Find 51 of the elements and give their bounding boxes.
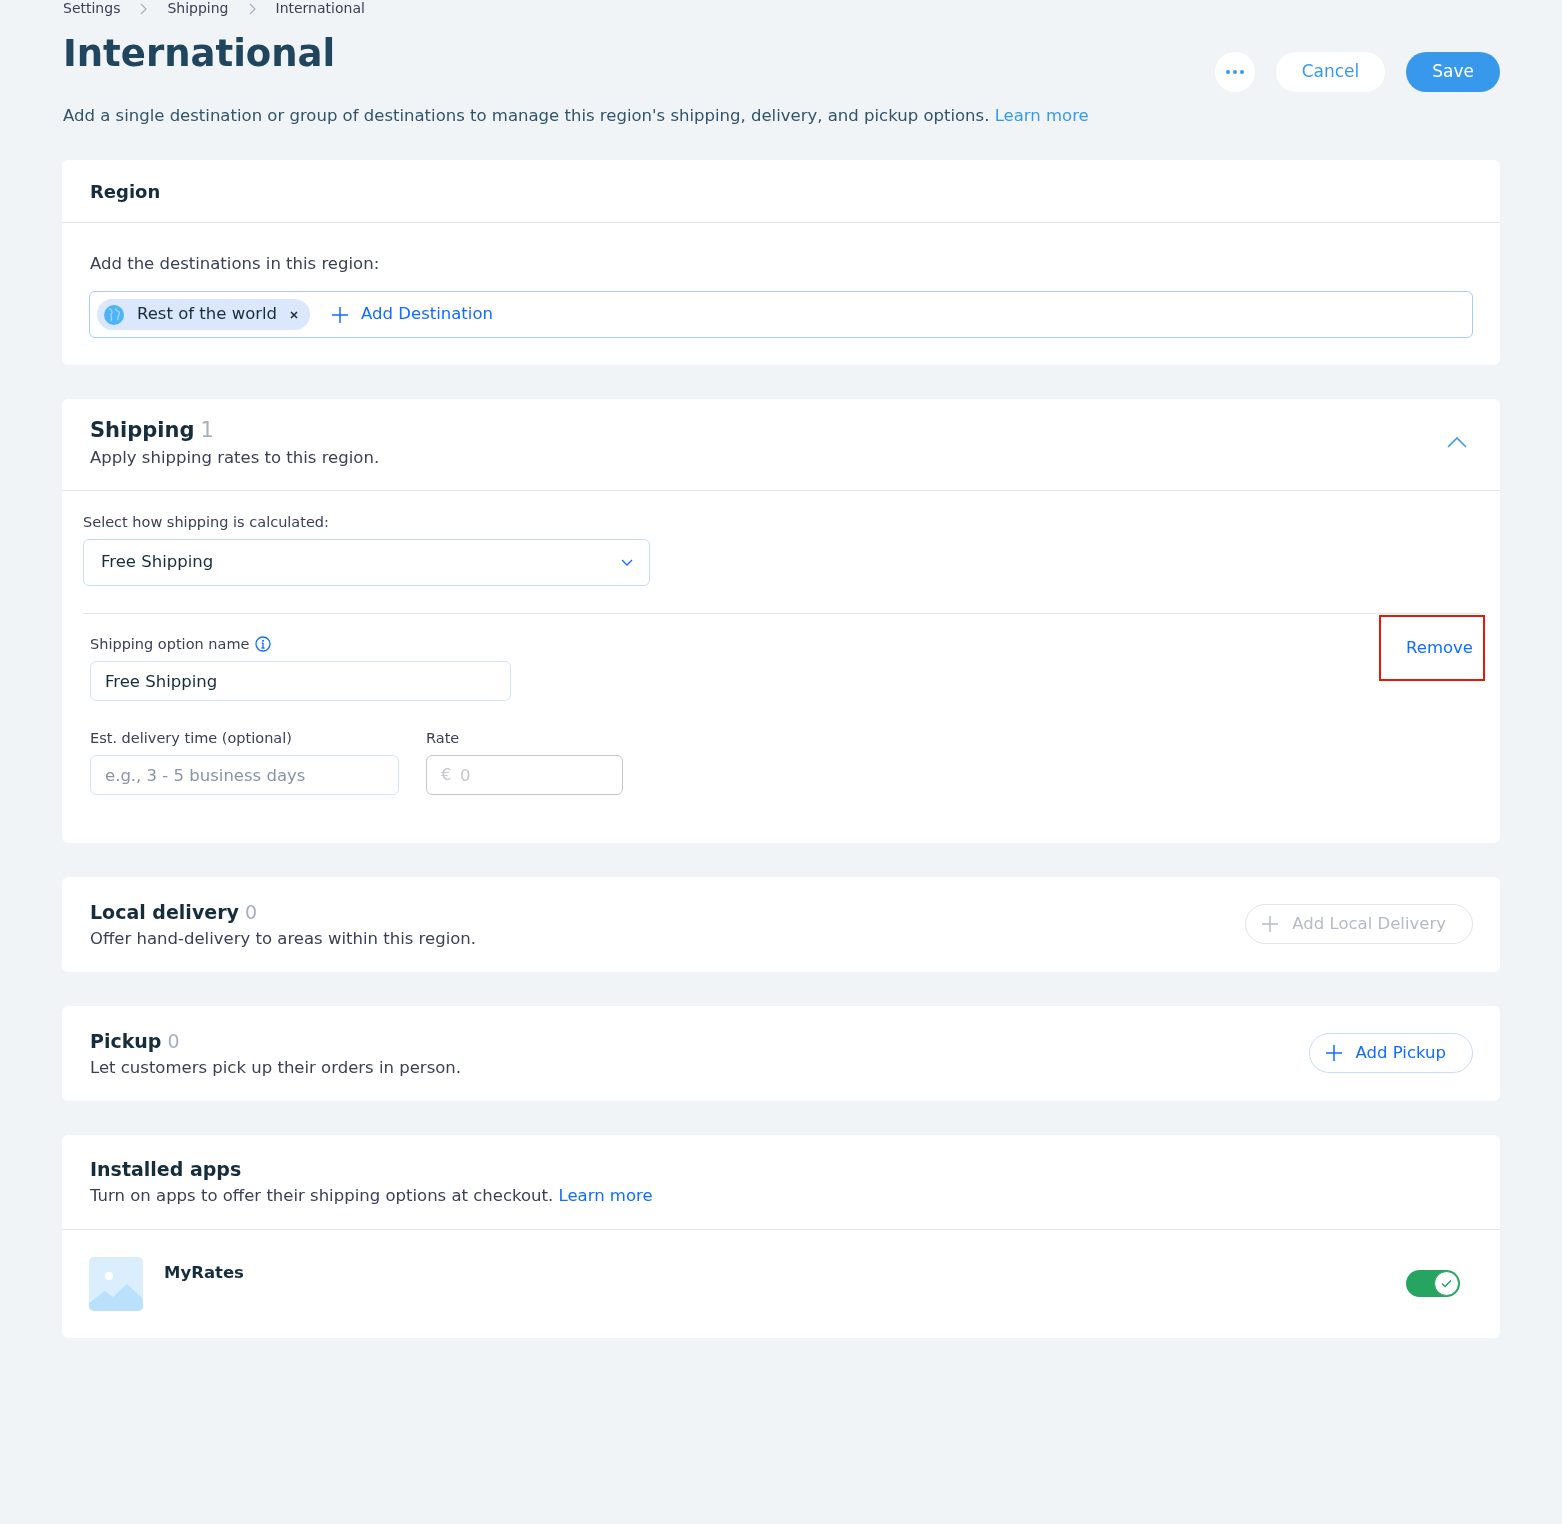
field-label: Add the destinations in this region: (89, 254, 380, 274)
toggle-knob-check-icon (1434, 1271, 1459, 1296)
chevron-up-icon[interactable] (1447, 436, 1467, 448)
card-title: Pickup (90, 1029, 162, 1054)
page-title: International (62, 31, 336, 77)
remove-button[interactable]: Remove (1379, 615, 1485, 681)
more-dots-icon (1225, 70, 1244, 74)
count-label: 0 (244, 900, 257, 925)
more-button[interactable] (1214, 52, 1255, 92)
card-title: Local delivery (90, 900, 239, 925)
breadcrumb-link[interactable]: International (275, 0, 365, 17)
card-title: Region (90, 179, 161, 204)
chip-label: Rest of the world (137, 303, 278, 326)
learn-more-link[interactable]: Learn more (994, 106, 1089, 125)
field-label: Select how shipping is calculated: (83, 513, 329, 531)
destinations-field[interactable]: Rest of the world Add Destination (89, 291, 1473, 338)
app-toggle[interactable] (1406, 1270, 1460, 1297)
globe-icon (104, 304, 124, 325)
close-icon[interactable] (290, 310, 299, 319)
chevron-right-icon (140, 2, 148, 15)
plus-icon (332, 306, 349, 323)
delivery-time-field[interactable]: e.g., 3 - 5 business days (90, 755, 399, 795)
card-subtitle: Let customers pick up their orders in person. (90, 1058, 462, 1078)
currency-prefix: € (441, 765, 452, 785)
count-label: 1 (200, 417, 214, 444)
learn-more-link[interactable]: Learn more (558, 1186, 653, 1205)
app-name: MyRates (164, 1262, 244, 1284)
plus-icon (1325, 1045, 1342, 1061)
breadcrumb-link[interactable]: Settings (63, 0, 121, 17)
chevron-right-icon (248, 2, 256, 15)
image-placeholder-icon (89, 1257, 143, 1311)
breadcrumb-link[interactable]: Shipping (167, 0, 229, 17)
option-name-field[interactable]: Free Shipping (90, 661, 511, 701)
field-label: Shipping option name (90, 635, 250, 653)
card-subtitle: Offer hand-delivery to areas within this region. (90, 929, 476, 949)
field-label: Est. delivery time (optional) (90, 729, 292, 747)
plus-icon (1262, 916, 1279, 932)
card-title: Shipping (90, 417, 195, 444)
destination-chip[interactable]: Rest of the world (97, 299, 311, 330)
save-button[interactable]: Save (1406, 52, 1500, 92)
field-label: Rate (426, 729, 460, 747)
info-icon[interactable] (255, 636, 272, 652)
add-destination-button[interactable]: Add Destination (332, 302, 493, 327)
shipping-method-dropdown[interactable]: Free Shipping (83, 539, 650, 586)
card-subtitle: Apply shipping rates to this region. (90, 448, 380, 468)
cancel-button[interactable]: Cancel (1275, 52, 1386, 92)
count-label: 0 (167, 1029, 180, 1054)
card-subtitle: Turn on apps to offer their shipping options at checkout. Learn more (90, 1186, 653, 1206)
chevron-down-icon (621, 559, 633, 566)
card-title: Installed apps (90, 1157, 242, 1182)
page-description: Add a single destination or group of destinations to manage this region's shipping, delivery, and pickup options. Learn more (62, 106, 1089, 126)
